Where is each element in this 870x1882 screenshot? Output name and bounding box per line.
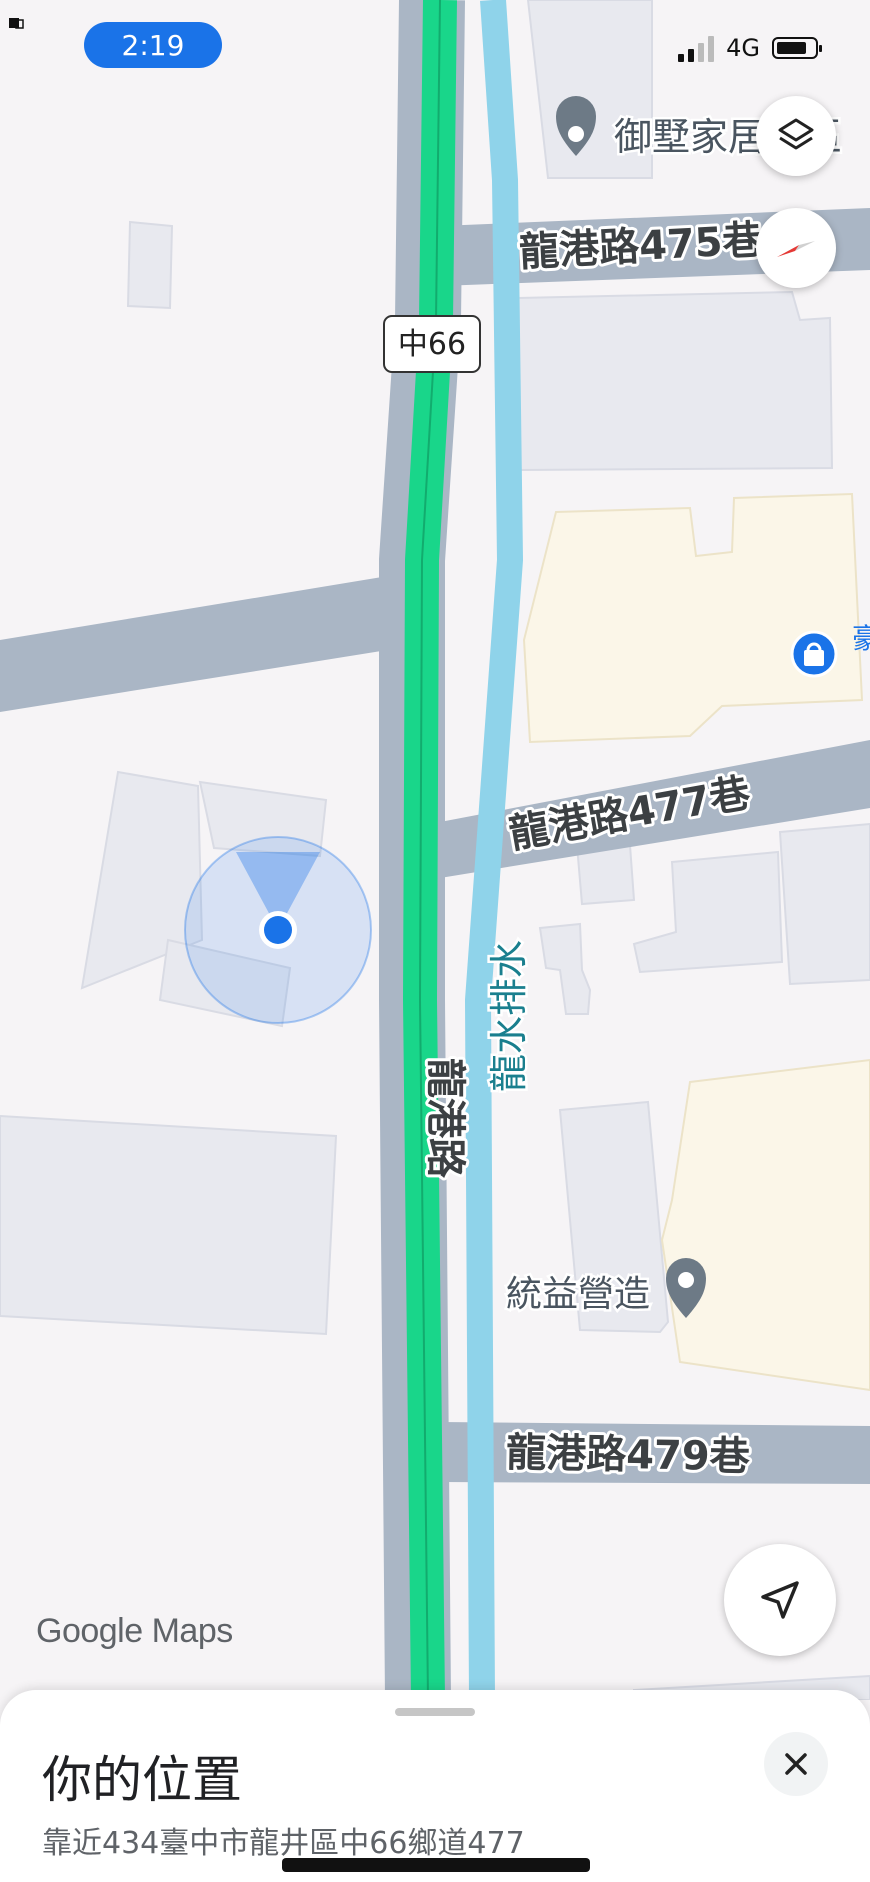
canal-label: 龍水排水 bbox=[487, 940, 531, 1092]
home-indicator bbox=[282, 1858, 590, 1872]
shopping-bag-icon bbox=[804, 650, 824, 666]
status-time[interactable]: 2:19 bbox=[84, 22, 222, 68]
cellular-signal-icon bbox=[678, 34, 715, 62]
network-type: 4G bbox=[726, 34, 760, 62]
road-label-main: 龍港路 bbox=[422, 1058, 468, 1179]
close-button[interactable] bbox=[764, 1732, 828, 1796]
road-label-lane-479: 龍港路479巷 bbox=[506, 1430, 751, 1480]
layers-icon bbox=[778, 118, 814, 150]
route-shield: 中66 bbox=[383, 315, 481, 373]
place-bottom-sheet[interactable]: 你的位置 靠近434臺中市龍井區中66鄉道477 bbox=[0, 1690, 870, 1882]
map-canvas[interactable]: 中66 龍港路475巷 龍港路477巷 龍港路479巷 龍港路 龍水排水 御墅家… bbox=[0, 0, 870, 1700]
status-indicators: 4G bbox=[678, 34, 822, 62]
compass-icon bbox=[777, 241, 815, 257]
my-location bbox=[184, 836, 372, 1024]
sheet-address: 靠近434臺中市龍井區中66鄉道477 bbox=[42, 1826, 525, 1861]
layers-button[interactable] bbox=[756, 96, 836, 176]
route-shield-label: 中66 bbox=[398, 327, 466, 362]
navigation-button[interactable] bbox=[724, 1544, 836, 1656]
navigation-arrow-icon bbox=[761, 1581, 799, 1619]
sheet-title: 你的位置 bbox=[42, 1751, 242, 1809]
close-icon bbox=[785, 1753, 807, 1775]
notification-icon bbox=[9, 18, 24, 29]
compass-button[interactable] bbox=[756, 208, 836, 288]
screen: 中66 龍港路475巷 龍港路477巷 龍港路479巷 龍港路 龍水排水 御墅家… bbox=[0, 0, 870, 1882]
google-maps-watermark: Google Maps bbox=[36, 1612, 233, 1650]
poi-company-label: 統益營造 bbox=[506, 1274, 650, 1315]
battery-icon bbox=[772, 37, 822, 59]
poi-shop-label: 豪客 bbox=[852, 622, 870, 655]
sheet-drag-handle[interactable] bbox=[395, 1708, 475, 1716]
